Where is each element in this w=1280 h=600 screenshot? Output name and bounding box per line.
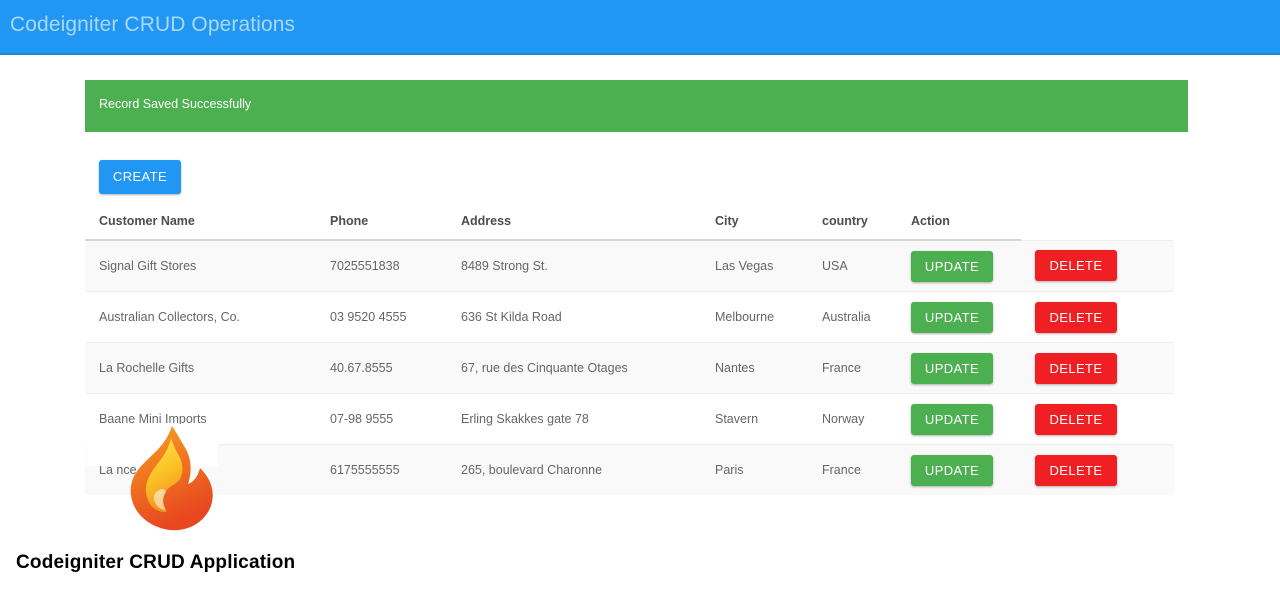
cell-city: Nantes	[701, 342, 808, 394]
cell-address: 8489 Strong St.	[447, 240, 701, 292]
cell-phone: 7025551838	[316, 240, 447, 292]
column-header-spacer	[1021, 208, 1174, 241]
alert-success: Record Saved Successfully	[85, 80, 1188, 132]
update-button[interactable]: UPDATE	[911, 454, 993, 486]
cell-phone: 07-98 9555	[316, 393, 447, 445]
main-container: Record Saved Successfully CREATE Custome…	[85, 80, 1188, 495]
cell-customer-name: Baane Mini Imports	[85, 393, 316, 445]
table-row: Signal Gift Stores 7025551838 8489 Stron…	[85, 240, 1174, 292]
delete-button[interactable]: DELETE	[1035, 403, 1117, 435]
alert-message: Record Saved Successfully	[99, 97, 252, 111]
table-row: Baane Mini Imports 07-98 9555 Erling Ska…	[85, 393, 1174, 445]
column-header-city: City	[701, 208, 808, 241]
table-body: Signal Gift Stores 7025551838 8489 Stron…	[85, 240, 1174, 495]
column-header-address: Address	[447, 208, 701, 241]
cell-customer-name: Australian Collectors, Co.	[85, 291, 316, 343]
cell-address: 636 St Kilda Road	[447, 291, 701, 343]
cell-city: Stavern	[701, 393, 808, 445]
cell-phone: 03 9520 4555	[316, 291, 447, 343]
column-header-country: country	[808, 208, 897, 241]
update-button[interactable]: UPDATE	[911, 250, 993, 282]
cell-action: UPDATE	[897, 393, 1021, 445]
cell-address: 265, boulevard Charonne	[447, 444, 701, 495]
cell-customer-name: Signal Gift Stores	[85, 240, 316, 292]
cell-delete: DELETE	[1021, 240, 1174, 292]
delete-button[interactable]: DELETE	[1035, 250, 1117, 282]
cell-delete: DELETE	[1021, 393, 1174, 445]
table-row: La nce, Co. 6175555555 265, boulevard Ch…	[85, 444, 1174, 495]
delete-button[interactable]: DELETE	[1035, 352, 1117, 384]
cell-address: Erling Skakkes gate 78	[447, 393, 701, 445]
cell-address: 67, rue des Cinquante Otages	[447, 342, 701, 394]
cell-country: USA	[808, 240, 897, 292]
delete-button[interactable]: DELETE	[1035, 301, 1117, 333]
cell-delete: DELETE	[1021, 444, 1174, 495]
cell-action: UPDATE	[897, 444, 1021, 495]
cell-phone: 40.67.8555	[316, 342, 447, 394]
cell-country: Norway	[808, 393, 897, 445]
toolbar: CREATE	[85, 160, 1188, 194]
cell-action: UPDATE	[897, 342, 1021, 394]
table-row: Australian Collectors, Co. 03 9520 4555 …	[85, 291, 1174, 343]
cell-country: France	[808, 444, 897, 495]
update-button[interactable]: UPDATE	[911, 403, 993, 435]
navbar-brand[interactable]: Codeigniter CRUD Operations	[10, 13, 295, 37]
cell-city: Las Vegas	[701, 240, 808, 292]
cell-action: UPDATE	[897, 291, 1021, 343]
table-header-row: Customer Name Phone Address City country…	[85, 208, 1174, 241]
cell-delete: DELETE	[1021, 291, 1174, 343]
cell-phone: 6175555555	[316, 444, 447, 495]
column-header-phone: Phone	[316, 208, 447, 241]
cell-city: Melbourne	[701, 291, 808, 343]
table-row: La Rochelle Gifts 40.67.8555 67, rue des…	[85, 342, 1174, 394]
navbar: Codeigniter CRUD Operations	[0, 0, 1280, 55]
cell-city: Paris	[701, 444, 808, 495]
create-button[interactable]: CREATE	[99, 160, 181, 194]
cell-action: UPDATE	[897, 240, 1021, 292]
column-header-action: Action	[897, 208, 1021, 241]
cell-customer-name: La nce, Co.	[85, 444, 316, 495]
update-button[interactable]: UPDATE	[911, 301, 993, 333]
customers-table: Customer Name Phone Address City country…	[85, 208, 1174, 495]
update-button[interactable]: UPDATE	[911, 352, 993, 384]
cell-delete: DELETE	[1021, 342, 1174, 394]
column-header-customer-name: Customer Name	[85, 208, 316, 241]
cell-country: France	[808, 342, 897, 394]
cell-customer-name: La Rochelle Gifts	[85, 342, 316, 394]
delete-button[interactable]: DELETE	[1035, 454, 1117, 486]
table-header: Customer Name Phone Address City country…	[85, 208, 1174, 241]
cell-country: Australia	[808, 291, 897, 343]
page-caption: Codeigniter CRUD Application	[16, 552, 296, 573]
